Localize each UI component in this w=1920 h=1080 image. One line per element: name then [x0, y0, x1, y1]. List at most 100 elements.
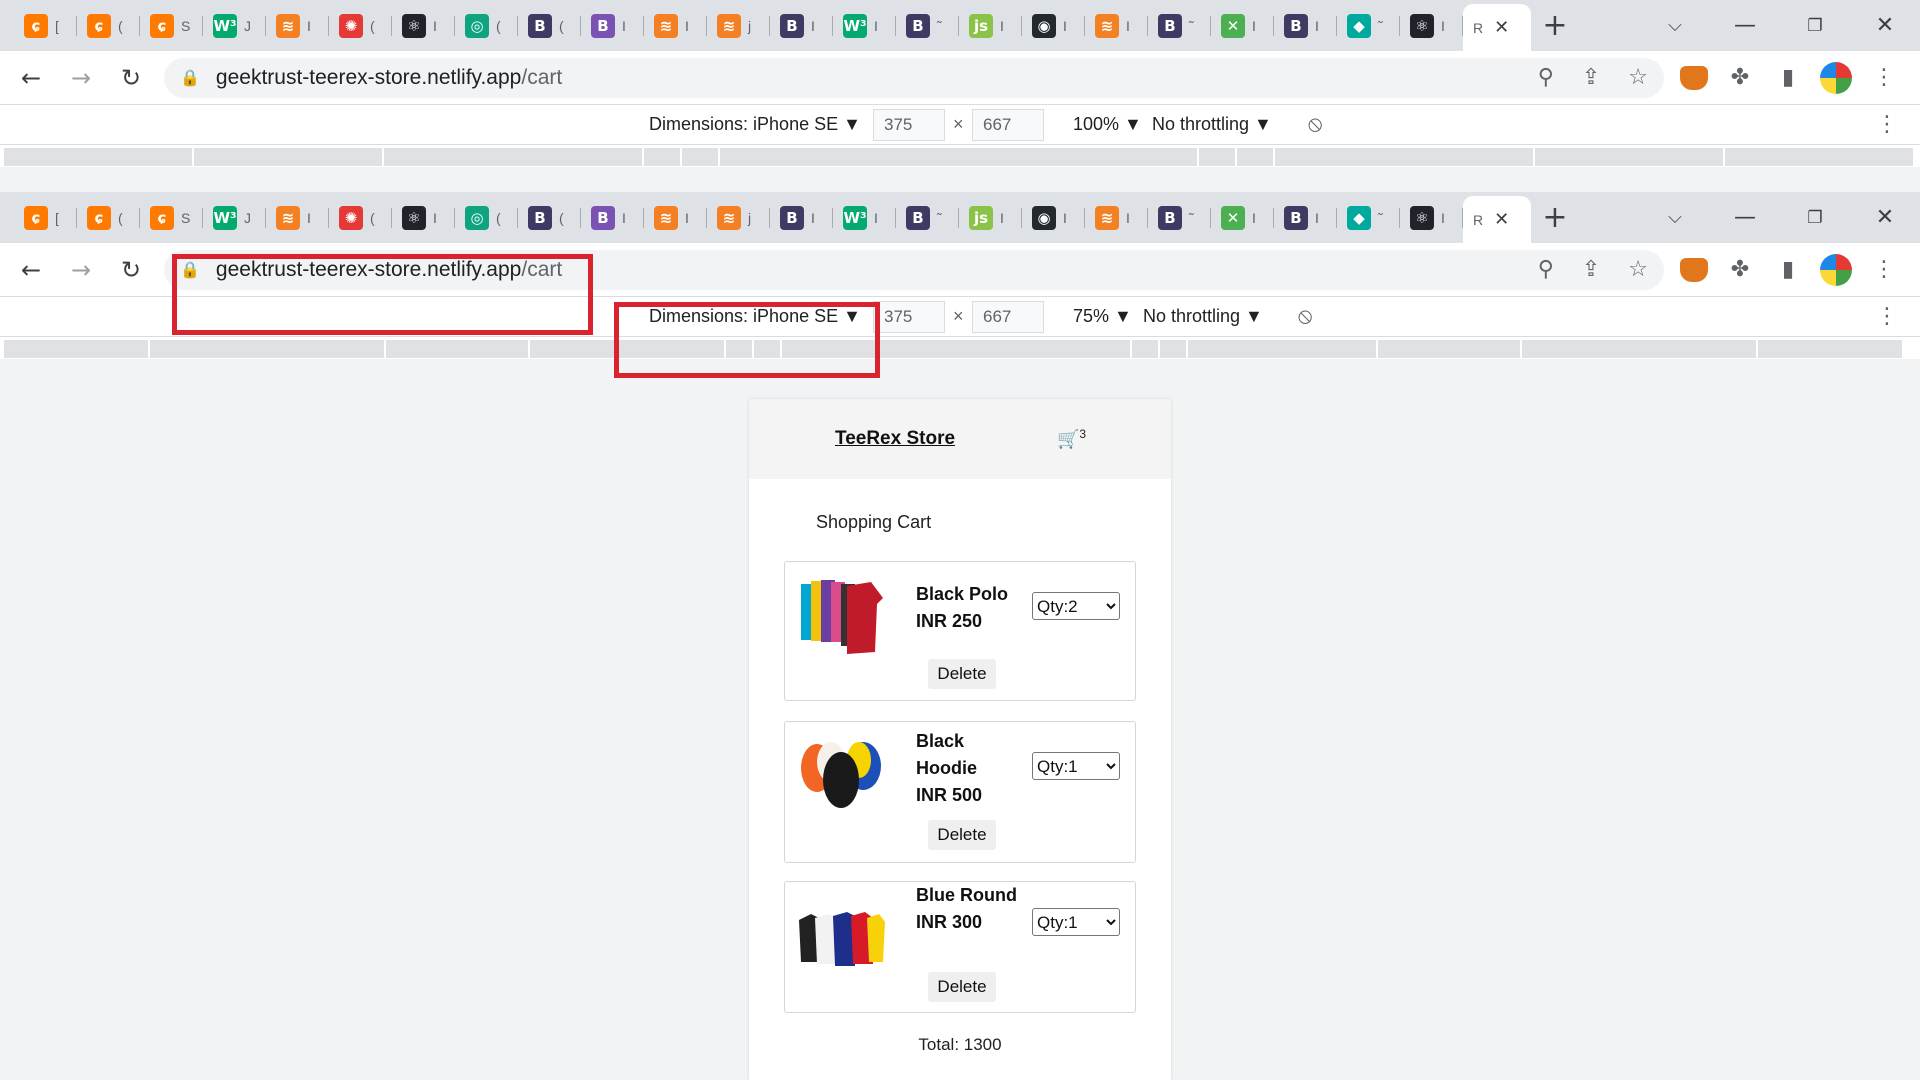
- tab-search-icon[interactable]: ⌵: [1640, 207, 1710, 228]
- width-input[interactable]: [873, 301, 945, 333]
- quantity-select[interactable]: Qty:2: [1032, 592, 1120, 620]
- browser-tab[interactable]: W³ J: [203, 0, 266, 51]
- browser-tab[interactable]: js I: [959, 0, 1022, 51]
- close-tab-icon[interactable]: ✕: [1494, 209, 1509, 230]
- share-icon[interactable]: ⇪: [1582, 65, 1600, 90]
- extensions-puzzle-icon[interactable]: ✤: [1724, 257, 1756, 282]
- quantity-select[interactable]: Qty:1: [1032, 908, 1120, 936]
- delete-button[interactable]: Delete: [928, 820, 996, 850]
- tab-search-icon[interactable]: ⌵: [1640, 15, 1710, 36]
- browser-tab[interactable]: B(: [518, 192, 581, 243]
- menu-kebab-icon[interactable]: ⋮: [1868, 65, 1900, 90]
- browser-tab[interactable]: ◎(: [455, 0, 518, 51]
- delete-button[interactable]: Delete: [928, 659, 996, 689]
- device-menu-kebab-icon[interactable]: ⋮: [1876, 112, 1898, 137]
- browser-tab[interactable]: BI: [770, 192, 833, 243]
- height-input[interactable]: [972, 301, 1044, 333]
- metamask-icon[interactable]: [1680, 257, 1708, 282]
- share-icon[interactable]: ⇪: [1582, 257, 1600, 282]
- browser-tab[interactable]: BI: [1274, 192, 1337, 243]
- browser-tab[interactable]: ≋ j: [707, 0, 770, 51]
- browser-tab[interactable]: ⚛ I: [1400, 192, 1463, 243]
- browser-tab[interactable]: ✺(: [329, 0, 392, 51]
- width-input[interactable]: [873, 109, 945, 141]
- rotate-icon[interactable]: ⦸: [1298, 304, 1312, 329]
- browser-tab[interactable]: W³ I: [833, 0, 896, 51]
- browser-tab[interactable]: ✕ I: [1211, 0, 1274, 51]
- store-title-link[interactable]: TeeRex Store: [835, 428, 955, 450]
- browser-tab[interactable]: BI: [770, 0, 833, 51]
- address-bar[interactable]: 🔒 geektrust-teerex-store.netlify.app/car…: [164, 57, 1664, 98]
- side-panel-icon[interactable]: ▮: [1772, 65, 1804, 90]
- reload-icon[interactable]: ↻: [114, 253, 148, 287]
- browser-tab[interactable]: BI: [1274, 0, 1337, 51]
- browser-tab[interactable]: ≋ I: [1085, 0, 1148, 51]
- metamask-icon[interactable]: [1680, 65, 1708, 90]
- minimize-icon[interactable]: —: [1710, 205, 1780, 230]
- restore-icon[interactable]: ❐: [1780, 208, 1850, 228]
- quantity-select[interactable]: Qty:1: [1032, 752, 1120, 780]
- close-window-icon[interactable]: ✕: [1850, 205, 1920, 230]
- browser-tab[interactable]: ≋ I: [644, 192, 707, 243]
- height-input[interactable]: [972, 109, 1044, 141]
- browser-tab[interactable]: ◉ I: [1022, 192, 1085, 243]
- close-window-icon[interactable]: ✕: [1850, 13, 1920, 38]
- browser-tab[interactable]: B ˜: [1148, 0, 1211, 51]
- delete-button[interactable]: Delete: [928, 972, 996, 1002]
- browser-tab[interactable]: W³ J: [203, 192, 266, 243]
- profile-avatar[interactable]: [1820, 61, 1852, 94]
- browser-tab[interactable]: ≋ I: [1085, 192, 1148, 243]
- zoom-icon[interactable]: ⚲: [1538, 257, 1554, 282]
- active-tab[interactable]: R ✕: [1463, 4, 1531, 51]
- browser-tab[interactable]: ≋ j: [707, 192, 770, 243]
- browser-tab[interactable]: ɕ(: [77, 192, 140, 243]
- close-tab-icon[interactable]: ✕: [1494, 17, 1509, 38]
- browser-tab[interactable]: BI: [581, 0, 644, 51]
- throttling-select[interactable]: No throttling ▼: [1143, 306, 1263, 327]
- browser-tab[interactable]: ≋ I: [644, 0, 707, 51]
- minimize-icon[interactable]: —: [1710, 13, 1780, 38]
- zoom-select[interactable]: 100% ▼: [1073, 114, 1142, 135]
- profile-avatar[interactable]: [1820, 253, 1852, 286]
- browser-tab[interactable]: ⚛ I: [392, 192, 455, 243]
- browser-tab[interactable]: ɕS: [140, 192, 203, 243]
- reload-icon[interactable]: ↻: [114, 61, 148, 95]
- forward-arrow-icon[interactable]: →: [64, 61, 98, 95]
- zoom-icon[interactable]: ⚲: [1538, 65, 1554, 90]
- browser-tab[interactable]: W³ I: [833, 192, 896, 243]
- browser-tab[interactable]: B ˜: [896, 192, 959, 243]
- new-tab-button[interactable]: +: [1531, 0, 1579, 51]
- browser-tab[interactable]: ⚛ I: [1400, 0, 1463, 51]
- cart-button[interactable]: 🛒3: [1057, 427, 1086, 450]
- browser-tab[interactable]: ◆ ˜: [1337, 0, 1400, 51]
- browser-tab[interactable]: ◆ ˜: [1337, 192, 1400, 243]
- browser-tab[interactable]: js I: [959, 192, 1022, 243]
- browser-tab[interactable]: ✕ I: [1211, 192, 1274, 243]
- device-menu-kebab-icon[interactable]: ⋮: [1876, 304, 1898, 329]
- browser-tab[interactable]: ≋ I: [266, 192, 329, 243]
- restore-icon[interactable]: ❐: [1780, 16, 1850, 36]
- zoom-select[interactable]: 75% ▼: [1073, 306, 1132, 327]
- browser-tab[interactable]: ɕ[: [14, 192, 77, 243]
- new-tab-button[interactable]: +: [1531, 192, 1579, 243]
- browser-tab[interactable]: ⚛ I: [392, 0, 455, 51]
- back-arrow-icon[interactable]: ←: [14, 253, 48, 287]
- throttling-select[interactable]: No throttling ▼: [1152, 114, 1272, 135]
- browser-tab[interactable]: ɕS: [140, 0, 203, 51]
- side-panel-icon[interactable]: ▮: [1772, 257, 1804, 282]
- rotate-icon[interactable]: ⦸: [1308, 112, 1322, 137]
- extensions-puzzle-icon[interactable]: ✤: [1724, 65, 1756, 90]
- back-arrow-icon[interactable]: ←: [14, 61, 48, 95]
- browser-tab[interactable]: ◎(: [455, 192, 518, 243]
- menu-kebab-icon[interactable]: ⋮: [1868, 257, 1900, 282]
- browser-tab[interactable]: B ˜: [1148, 192, 1211, 243]
- browser-tab[interactable]: ✺(: [329, 192, 392, 243]
- active-tab[interactable]: R ✕: [1463, 196, 1531, 243]
- browser-tab[interactable]: ɕ[: [14, 0, 77, 51]
- browser-tab[interactable]: BI: [581, 192, 644, 243]
- browser-tab[interactable]: B(: [518, 0, 581, 51]
- bookmark-star-icon[interactable]: ☆: [1628, 257, 1648, 282]
- browser-tab[interactable]: ◉ I: [1022, 0, 1085, 51]
- forward-arrow-icon[interactable]: →: [64, 253, 98, 287]
- device-select[interactable]: Dimensions: iPhone SE ▼: [649, 114, 861, 135]
